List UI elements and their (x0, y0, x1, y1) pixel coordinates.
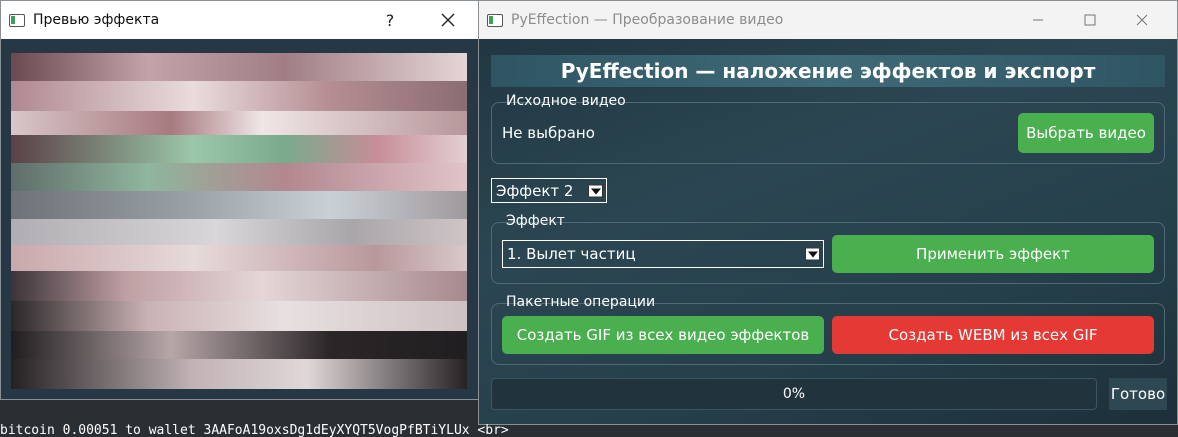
maximize-button[interactable] (1067, 1, 1113, 39)
source-video-group-title: Исходное видео (506, 93, 626, 109)
progress-text: 0% (782, 386, 806, 402)
effect-select-value: 1. Вылет частиц (507, 245, 636, 263)
effect-select[interactable]: 1. Вылет частиц (502, 240, 824, 268)
main-titlebar: PyEffection — Преобразование видео (479, 1, 1177, 39)
maximize-icon (1084, 14, 1096, 26)
chevron-down-icon (805, 247, 820, 261)
preview-titlebar: Превью эффекта ? (1, 1, 478, 39)
effect-group-title: Эффект (506, 213, 565, 229)
close-icon (1136, 14, 1148, 26)
progress-bar: 0% (491, 378, 1097, 410)
main-window: PyEffection — Преобразование видео PyEff… (478, 0, 1178, 425)
minimize-icon (1033, 19, 1043, 21)
minimize-button[interactable] (1015, 1, 1061, 39)
create-gif-button[interactable]: Создать GIF из всех видео эффектов (502, 316, 824, 354)
status-label: Готово (1109, 378, 1167, 410)
effect-group: Эффект 1. Вылет частиц Применить эффект (491, 213, 1165, 284)
close-icon (441, 13, 455, 27)
source-file-label: Не выбрано (502, 124, 595, 142)
app-window-icon (9, 13, 25, 27)
choose-video-button[interactable]: Выбрать видео (1018, 113, 1154, 153)
main-window-title: PyEffection — Преобразование видео (511, 12, 784, 28)
batch-operations-group-title: Пакетные операции (506, 294, 656, 310)
preview-window: Превью эффекта ? (0, 0, 479, 400)
source-video-group: Исходное видео Не выбрано Выбрать видео (491, 93, 1165, 164)
help-button[interactable]: ? (367, 1, 413, 39)
preview-window-title: Превью эффекта (33, 12, 160, 28)
effect-tab-select[interactable]: Эффект 2 (491, 178, 607, 203)
effect-tab-select-value: Эффект 2 (496, 181, 574, 200)
app-banner: PyEffection — наложение эффектов и экспо… (491, 55, 1165, 87)
apply-effect-button[interactable]: Применить эффект (832, 235, 1154, 273)
close-button[interactable] (1119, 1, 1165, 39)
app-window-icon (487, 13, 503, 27)
create-webm-button[interactable]: Создать WEBM из всех GIF (832, 316, 1154, 354)
close-button[interactable] (425, 1, 471, 39)
batch-operations-group: Пакетные операции Создать GIF из всех ви… (491, 294, 1165, 365)
terminal-output-line: bitcoin 0.00051 to wallet 3AAFoA19oxsDg1… (0, 424, 509, 437)
chevron-down-icon (588, 184, 603, 197)
effect-preview-frame (11, 53, 467, 389)
